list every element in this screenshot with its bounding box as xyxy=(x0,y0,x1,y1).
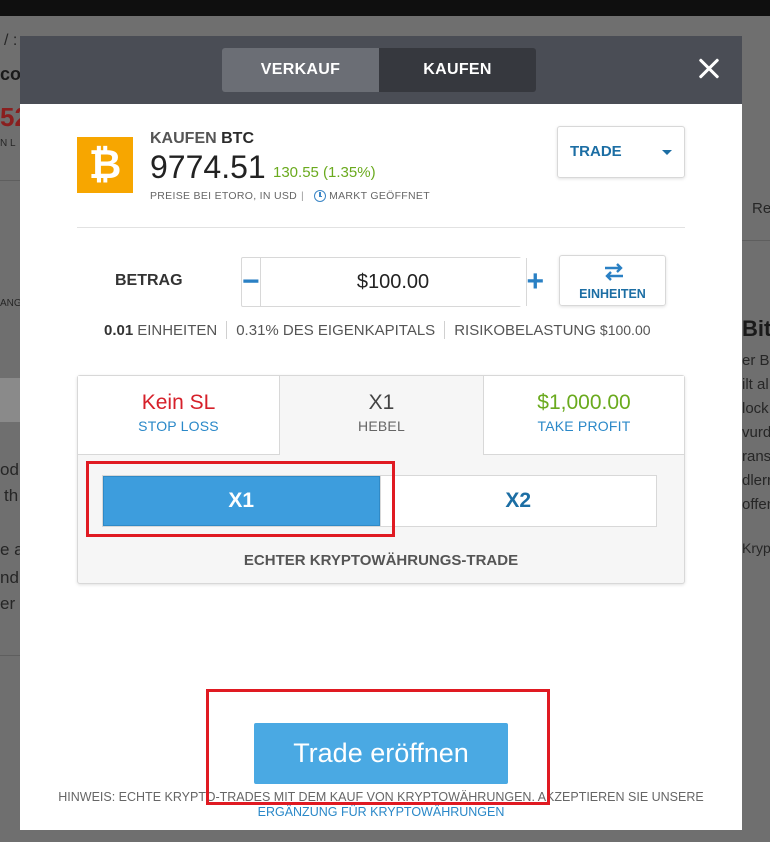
trade-modal: VERKAUF KAUFEN ₿ KAUFEN BTC 9774.51 130.… xyxy=(20,36,742,830)
background-text: od xyxy=(0,460,19,479)
bitcoin-logo-glyph: ₿ xyxy=(88,142,122,188)
increase-amount-button[interactable]: + xyxy=(527,258,545,306)
position-info: 0.01 EINHEITEN 0.31% DES EIGENKAPITALS R… xyxy=(104,321,651,339)
separator: | xyxy=(301,190,305,202)
leverage-selector: X1 X2 xyxy=(102,475,657,527)
tab-leverage[interactable]: X1 HEBEL xyxy=(280,376,483,454)
separator xyxy=(444,321,446,339)
amount-label: BETRAG xyxy=(115,272,183,289)
clock-icon xyxy=(314,190,327,202)
stop-loss-label: STOP LOSS xyxy=(138,418,219,434)
modal-header: VERKAUF KAUFEN xyxy=(20,36,742,104)
crypto-trade-note: ECHTER KRYPTOWÄHRUNGS-TRADE xyxy=(243,552,519,569)
open-trade-button[interactable]: Trade eröffnen xyxy=(254,723,508,784)
order-type-dropdown[interactable]: TRADE xyxy=(557,126,685,178)
tab-buy[interactable]: KAUFEN xyxy=(379,48,536,92)
background-text: Kryp xyxy=(742,540,770,556)
take-profit-value: $1,000.00 xyxy=(537,391,631,414)
take-profit-label: TAKE PROFIT xyxy=(537,418,631,434)
bitcoin-logo-icon: ₿ xyxy=(77,137,133,193)
background-text: Bitc xyxy=(742,316,770,341)
leverage-option-x2[interactable]: X2 xyxy=(379,476,656,526)
risk-value: $100.00 xyxy=(599,322,651,338)
units-value: 0.01 xyxy=(104,321,134,339)
footer-notice: HINWEIS: ECHTE KRYPTO-TRADES MIT DEM KAU… xyxy=(20,790,742,820)
tab-stop-loss[interactable]: Kein SL STOP LOSS xyxy=(78,376,280,454)
units-label: EINHEITEN xyxy=(137,321,218,339)
price-note: PREISE BEI ETORO, IN USD | MARKT GEÖFFNE… xyxy=(150,190,430,202)
background-text: offen xyxy=(742,496,770,513)
background-divider xyxy=(742,240,770,241)
tab-sell[interactable]: VERKAUF xyxy=(222,48,379,92)
units-toggle-button[interactable]: EINHEITEN xyxy=(559,255,666,306)
footer-notice-text: HINWEIS: ECHTE KRYPTO-TRADES MIT DEM KAU… xyxy=(58,790,704,804)
decrease-amount-button[interactable]: − xyxy=(242,258,260,306)
background-text: Re xyxy=(752,200,770,217)
background-text: vurd xyxy=(742,424,770,441)
leverage-label: HEBEL xyxy=(358,418,405,434)
background-text: er B xyxy=(742,352,770,369)
background-divider xyxy=(0,180,20,181)
divider xyxy=(78,454,280,455)
background-breadcrumb: / : xyxy=(4,32,18,49)
instrument-title: KAUFEN BTC xyxy=(150,130,254,148)
trade-settings-panel: Kein SL STOP LOSS X1 HEBEL $1,000.00 TAK… xyxy=(77,375,685,584)
background-avatar xyxy=(0,378,20,422)
risk-label: RISIKOBELASTUNG xyxy=(454,321,596,339)
leverage-option-x1[interactable]: X1 xyxy=(103,476,380,526)
chevron-down-icon xyxy=(662,150,672,155)
tab-take-profit[interactable]: $1,000.00 TAKE PROFIT xyxy=(483,376,684,454)
background-text: ilt al xyxy=(742,376,769,393)
background-text: N L xyxy=(0,138,16,149)
close-icon[interactable] xyxy=(692,52,726,86)
units-button-label: EINHEITEN xyxy=(579,287,646,301)
background-topbar xyxy=(0,0,770,16)
equity-percentage: 0.31% DES EIGENKAPITALS xyxy=(236,321,436,339)
background-text: ANG xyxy=(0,298,22,309)
background-divider xyxy=(0,655,20,656)
price-change: 130.55 (1.35%) xyxy=(273,164,376,181)
instrument-action: KAUFEN xyxy=(150,130,217,147)
order-type-label: TRADE xyxy=(570,143,622,160)
divider xyxy=(77,227,685,228)
swap-icon xyxy=(605,263,623,281)
separator xyxy=(226,321,228,339)
background-text: rans xyxy=(742,448,770,465)
amount-stepper: − + xyxy=(241,257,544,307)
divider xyxy=(483,454,684,455)
price-source: PREISE BEI ETORO, IN USD xyxy=(150,190,298,202)
background-text: lock xyxy=(742,400,769,417)
trade-direction-tabs: VERKAUF KAUFEN xyxy=(222,48,536,92)
instrument-price: 9774.51 xyxy=(150,149,266,185)
stop-loss-value: Kein SL xyxy=(141,391,216,414)
amount-input[interactable] xyxy=(259,258,527,306)
crypto-terms-link[interactable]: ERGÄNZUNG FÜR KRYPTOWÄHRUNGEN xyxy=(20,805,742,820)
background-text: dlerr xyxy=(742,472,770,489)
leverage-value: X1 xyxy=(368,391,395,414)
instrument-symbol: BTC xyxy=(221,130,255,147)
market-status: MARKT GEÖFFNET xyxy=(329,190,430,202)
background-text: th xyxy=(4,486,19,505)
